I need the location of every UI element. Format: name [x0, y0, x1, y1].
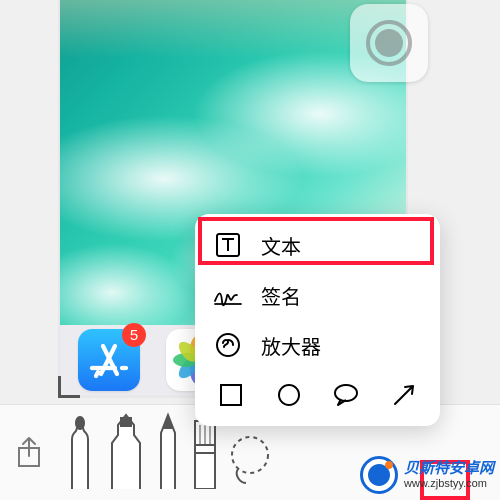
crop-handle-bottom-left[interactable] — [58, 376, 80, 398]
shape-speech-bubble-button[interactable] — [325, 383, 369, 407]
markup-add-popup: 文本 签名 放大器 — [195, 214, 440, 426]
assistive-touch-dot — [375, 29, 403, 57]
shape-circle-button[interactable] — [267, 383, 311, 407]
magnifier-icon — [213, 332, 243, 358]
popup-item-magnifier[interactable]: 放大器 — [195, 320, 440, 370]
assistive-touch-button[interactable] — [350, 4, 428, 82]
popup-item-text[interactable]: 文本 — [195, 220, 440, 270]
lasso-tool[interactable] — [228, 429, 272, 494]
marker-tool[interactable] — [62, 411, 98, 494]
popup-item-signature[interactable]: 签名 — [195, 270, 440, 320]
popup-item-label: 签名 — [261, 281, 301, 310]
popup-item-label: 放大器 — [261, 331, 321, 360]
watermark-logo-icon — [360, 456, 398, 494]
watermark-title: 贝斯特安卓网 — [404, 460, 494, 477]
popup-item-label: 文本 — [261, 231, 301, 260]
appstore-badge: 5 — [122, 323, 146, 347]
shape-square-button[interactable] — [209, 383, 253, 407]
text-box-icon — [213, 232, 243, 258]
watermark-url: www.zjbstyy.com — [404, 478, 494, 490]
appstore-glyph-icon — [87, 338, 131, 382]
assistive-touch-ring — [366, 20, 412, 66]
app-icon-appstore[interactable]: 5 — [78, 329, 140, 391]
popup-item-shapes — [195, 370, 440, 420]
share-icon — [16, 436, 42, 470]
highlighter-tool[interactable] — [106, 411, 146, 494]
share-button[interactable] — [0, 436, 58, 470]
watermark: 贝斯特安卓网 www.zjbstyy.com — [360, 456, 494, 494]
pencil-tool[interactable] — [154, 411, 182, 494]
shape-arrow-button[interactable] — [382, 382, 426, 408]
signature-icon — [213, 283, 243, 307]
